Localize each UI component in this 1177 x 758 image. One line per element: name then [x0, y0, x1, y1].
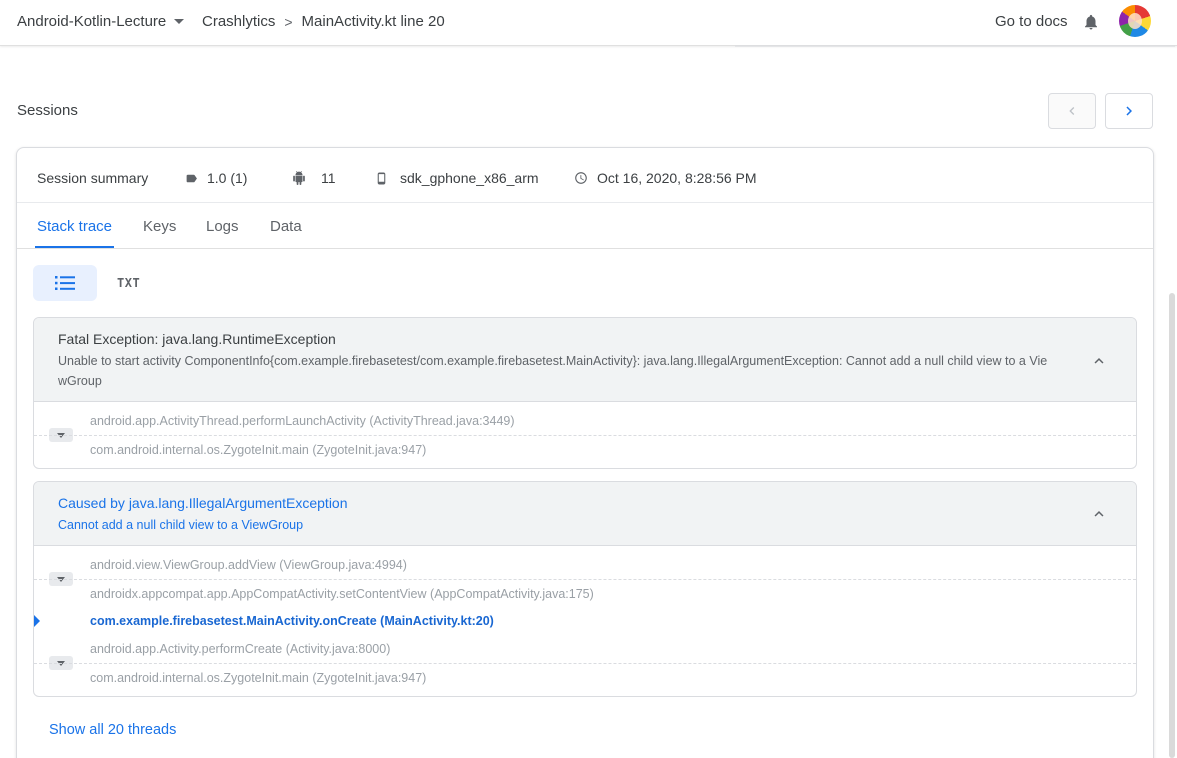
android-icon	[293, 171, 305, 185]
session-time: Oct 16, 2020, 8:28:56 PM	[574, 170, 757, 186]
stack-frame: android.view.ViewGroup.addView (ViewGrou…	[34, 551, 1136, 579]
frame-file: (AppCompatActivity.java:175)	[430, 587, 594, 601]
detail-tabs: Stack trace Keys Logs Data	[17, 204, 1153, 249]
txt-view-toggle[interactable]: TXT	[117, 276, 140, 290]
show-all-threads-link[interactable]: Show all 20 threads	[49, 722, 176, 738]
tab-data[interactable]: Data	[270, 218, 302, 235]
list-view-toggle[interactable]	[33, 265, 97, 301]
clock-icon	[575, 172, 587, 184]
session-card: Session summary 1.0 (1) 11 sdk_gphone_x8…	[16, 147, 1154, 758]
timestamp-value: Oct 16, 2020, 8:28:56 PM	[597, 170, 757, 186]
chevron-left-icon	[1069, 107, 1075, 115]
frame-method: com.android.internal.os.ZygoteInit.main	[90, 671, 309, 685]
project-name: Android-Kotlin-Lecture	[17, 13, 167, 30]
session-summary: Session summary 1.0 (1) 11 sdk_gphone_x8…	[17, 148, 1153, 203]
stack-frame: com.android.internal.os.ZygoteInit.main …	[34, 435, 1136, 463]
active-tab-indicator	[35, 246, 114, 248]
next-session-button[interactable]	[1105, 93, 1153, 129]
exception-header[interactable]: Fatal Exception: java.lang.RuntimeExcept…	[34, 318, 1136, 402]
chevron-up-icon[interactable]	[1090, 505, 1108, 523]
user-avatar[interactable]	[1119, 5, 1151, 37]
stack-frame: com.android.internal.os.ZygoteInit.main …	[34, 663, 1136, 691]
frame-file: (ZygoteInit.java:947)	[312, 443, 427, 457]
scrollbar[interactable]	[1169, 293, 1175, 758]
divider	[735, 45, 1175, 47]
tab-keys[interactable]: Keys	[143, 218, 176, 235]
sessions-title: Sessions	[17, 102, 78, 119]
frame-file: (ZygoteInit.java:947)	[312, 671, 427, 685]
frame-file: (ViewGroup.java:4994)	[279, 558, 407, 572]
go-to-docs-link[interactable]: Go to docs	[995, 13, 1068, 30]
frame-method: android.view.ViewGroup.addView	[90, 558, 276, 572]
version-value: 1.0 (1)	[207, 170, 248, 186]
frame-method: android.app.ActivityThread.performLaunch…	[90, 414, 366, 428]
device-value: sdk_gphone_x86_arm	[400, 170, 539, 186]
stack-frame: androidx.appcompat.app.AppCompatActivity…	[34, 579, 1136, 607]
phone-icon	[377, 172, 386, 184]
frame-method: com.android.internal.os.ZygoteInit.main	[90, 443, 309, 457]
frame-file: (MainActivity.kt:20)	[380, 614, 494, 628]
android-api-value: 11	[321, 170, 336, 186]
chevron-up-icon[interactable]	[1090, 352, 1108, 370]
session-summary-label: Session summary	[37, 170, 149, 186]
notifications-bell-icon[interactable]	[1082, 12, 1100, 32]
device-info: sdk_gphone_x86_arm	[375, 170, 539, 186]
frame-method: androidx.appcompat.app.AppCompatActivity…	[90, 587, 427, 601]
app-version: 1.0 (1)	[185, 170, 247, 186]
frame-file: (ActivityThread.java:3449)	[369, 414, 515, 428]
tab-stack-trace[interactable]: Stack trace	[37, 218, 112, 235]
exception-title: Fatal Exception: java.lang.RuntimeExcept…	[58, 331, 336, 347]
stack-frames: android.view.ViewGroup.addView (ViewGrou…	[34, 546, 1136, 696]
stack-frame: android.app.ActivityThread.performLaunch…	[34, 407, 1136, 435]
exception-message: Cannot add a null child view to a ViewGr…	[58, 518, 304, 532]
current-frame-marker-icon	[34, 615, 40, 627]
tag-icon	[186, 174, 197, 182]
stack-frame: android.app.Activity.performCreate (Acti…	[34, 635, 1136, 663]
breadcrumb-separator: >	[284, 13, 293, 30]
chevron-right-icon	[1126, 106, 1132, 116]
frame-method: android.app.Activity.performCreate	[90, 642, 283, 656]
top-app-bar: Android-Kotlin-Lecture Crashlytics > Mai…	[0, 0, 1177, 46]
android-version: 11	[292, 170, 336, 186]
exception-title: Caused by java.lang.IllegalArgumentExcep…	[58, 495, 348, 511]
breadcrumb-current: MainActivity.kt line 20	[301, 13, 445, 30]
exception-message: Unable to start activity ComponentInfo{c…	[58, 354, 1048, 388]
stack-frame-highlighted: com.example.firebasetest.MainActivity.on…	[34, 607, 1136, 635]
frame-method: com.example.firebasetest.MainActivity.on…	[90, 614, 377, 628]
project-selector[interactable]: Android-Kotlin-Lecture	[17, 13, 185, 30]
breadcrumb-crashlytics[interactable]: Crashlytics	[202, 13, 275, 30]
exception-panel: Fatal Exception: java.lang.RuntimeExcept…	[33, 317, 1137, 469]
tab-logs[interactable]: Logs	[206, 218, 239, 235]
frame-file: (Activity.java:8000)	[285, 642, 391, 656]
breadcrumb: Crashlytics > MainActivity.kt line 20	[202, 13, 445, 30]
list-icon	[55, 276, 75, 290]
previous-session-button[interactable]	[1048, 93, 1096, 129]
caret-down-icon	[174, 19, 185, 24]
exception-header[interactable]: Caused by java.lang.IllegalArgumentExcep…	[34, 482, 1136, 546]
stack-frames: android.app.ActivityThread.performLaunch…	[34, 402, 1136, 468]
caused-by-panel: Caused by java.lang.IllegalArgumentExcep…	[33, 481, 1137, 697]
